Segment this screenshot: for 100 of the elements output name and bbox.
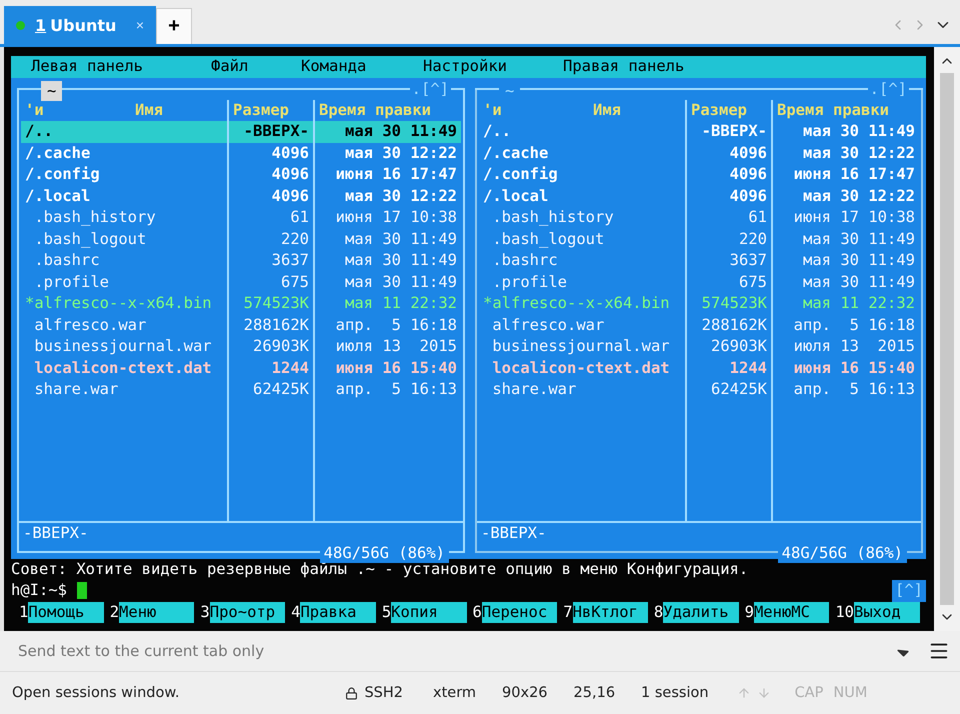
menu-item[interactable]: Файл	[211, 56, 301, 78]
status-message: Open sessions window.	[12, 685, 180, 701]
tab-label: 1 Ubuntu	[35, 16, 118, 34]
file-row[interactable]: alfresco.war 288162K апр. 5 16:18	[21, 314, 461, 336]
column-header[interactable]: 'и	[479, 100, 506, 122]
file-time: апр. 5 16:13	[313, 379, 461, 401]
file-row[interactable]: /.local 4096 мая 30 12:22	[479, 186, 919, 208]
protocol-status: SSH2	[364, 685, 404, 701]
file-time: мая 30 11:49	[771, 121, 919, 143]
panel-footer: -ВВЕРХ-	[23, 524, 88, 542]
file-row[interactable]: /.config 4096 июня 16 17:47	[21, 164, 461, 186]
file-name: localicon-ctext.dat	[491, 358, 671, 379]
file-size: 288162K	[227, 314, 313, 336]
file-name: /.config	[24, 164, 101, 186]
file-name: share.war	[491, 379, 578, 400]
file-row[interactable]: /.. -ВВЕРХ- мая 30 11:49	[479, 121, 919, 143]
file-size: -ВВЕРХ-	[685, 121, 771, 143]
file-size: 675	[227, 272, 313, 294]
scrollbar-thumb[interactable]	[940, 73, 954, 605]
file-row[interactable]: /.cache 4096 мая 30 12:22	[479, 142, 919, 164]
file-time: июня 16 17:47	[313, 164, 461, 186]
file-time: июня 16 15:40	[771, 358, 919, 380]
menu-item[interactable]: Настройки	[423, 56, 563, 78]
panel-path[interactable]: ~	[41, 80, 62, 101]
file-row[interactable]: share.war 62425K апр. 5 16:13	[479, 379, 919, 401]
file-name: .bash_logout	[33, 228, 148, 250]
file-size: -ВВЕРХ-	[227, 121, 313, 143]
close-button[interactable]: ×	[136, 17, 144, 33]
file-time: мая 11 22:32	[771, 293, 919, 315]
file-time: июля 13 2015	[771, 336, 919, 358]
file-row[interactable]: businessjournal.war 26903K июля 13 2015	[21, 336, 461, 358]
file-row[interactable]: .bashrc 3637 мая 30 11:49	[479, 250, 919, 272]
session-tab[interactable]: 1 Ubuntu ×	[4, 6, 156, 44]
file-size: 4096	[227, 142, 313, 164]
file-size: 26903K	[685, 336, 771, 358]
file-time: мая 30 12:22	[771, 142, 919, 164]
file-size: 62425K	[227, 379, 313, 401]
file-row[interactable]: .bash_history 61 июня 17 10:38	[479, 207, 919, 229]
file-size: 4096	[227, 186, 313, 208]
send-text-field[interactable]: Send text to the current tab only	[16, 641, 898, 661]
file-size: 4096	[227, 164, 313, 186]
file-size: 574523K	[227, 293, 313, 315]
column-header[interactable]: 'и	[21, 100, 48, 122]
file-row[interactable]: localicon-ctext.dat 1244 июня 16 15:40	[21, 358, 461, 380]
file-time: мая 30 11:49	[313, 272, 461, 294]
file-row[interactable]: /.cache 4096 мая 30 12:22	[21, 142, 461, 164]
file-row[interactable]: *alfresco--x-x64.bin 574523K мая 11 22:32	[21, 293, 461, 315]
column-header[interactable]: Размер	[685, 100, 771, 122]
file-row[interactable]: .bash_history 61 июня 17 10:38	[21, 207, 461, 229]
file-size: 4096	[685, 142, 771, 164]
column-header[interactable]: Имя	[131, 100, 167, 122]
file-time: июня 16 15:40	[313, 358, 461, 380]
file-row[interactable]: .bashrc 3637 мая 30 11:49	[21, 250, 461, 272]
file-name: /.local	[482, 186, 550, 207]
file-size: 26903K	[227, 336, 313, 358]
file-time: апр. 5 16:18	[313, 314, 461, 336]
file-name: *alfresco--x-x64.bin	[24, 293, 213, 314]
file-row[interactable]: businessjournal.war 26903K июля 13 2015	[479, 336, 919, 358]
cursor-position: 25,16	[574, 685, 616, 701]
file-row[interactable]: .bash_logout 220 мая 30 11:49	[21, 228, 461, 250]
file-size: 3637	[685, 250, 771, 272]
menu-item[interactable]: Левая панель	[31, 56, 211, 78]
file-size: 675	[685, 272, 771, 294]
file-name: /.local	[24, 186, 92, 207]
file-row[interactable]: .bash_logout 220 мая 30 11:49	[479, 228, 919, 250]
file-time: мая 30 11:49	[313, 250, 461, 272]
file-size: 288162K	[685, 314, 771, 336]
file-size: 1244	[227, 358, 313, 380]
column-header[interactable]: Имя	[589, 100, 625, 122]
num-lock-indicator: NUM	[833, 685, 868, 701]
lock-icon	[345, 686, 358, 700]
file-name: .bashrc	[33, 250, 101, 272]
file-name: .bash_history	[491, 207, 615, 228]
file-time: июня 17 10:38	[313, 207, 461, 229]
file-size: 4096	[685, 186, 771, 208]
file-size: 220	[685, 228, 771, 250]
file-name: localicon-ctext.dat	[33, 358, 213, 379]
column-header[interactable]: Время правки	[771, 100, 919, 122]
file-size: 220	[227, 228, 313, 250]
file-row[interactable]: alfresco.war 288162K апр. 5 16:18	[479, 314, 919, 336]
file-size: 4096	[685, 164, 771, 186]
file-row[interactable]: .profile 675 мая 30 11:49	[479, 272, 919, 294]
menu-item[interactable]: Команда	[301, 56, 423, 78]
prompt-corner[interactable]: [^]	[892, 580, 926, 602]
file-row[interactable]: /.local 4096 мая 30 12:22	[21, 186, 461, 208]
file-name: /.config	[482, 164, 559, 186]
new-tab-button[interactable]: +	[156, 8, 192, 44]
file-row[interactable]: *alfresco--x-x64.bin 574523K мая 11 22:32	[479, 293, 919, 315]
session-count: 1 session	[641, 685, 709, 701]
file-row[interactable]: /.. -ВВЕРХ- мая 30 11:49	[21, 121, 461, 143]
file-row[interactable]: .profile 675 мая 30 11:49	[21, 272, 461, 294]
menu-item[interactable]: Правая панель	[563, 56, 723, 78]
file-name: .bashrc	[491, 250, 559, 272]
file-row[interactable]: share.war 62425K апр. 5 16:13	[21, 379, 461, 401]
file-row[interactable]: localicon-ctext.dat 1244 июня 16 15:40	[479, 358, 919, 380]
file-row[interactable]: /.config 4096 июня 16 17:47	[479, 164, 919, 186]
arrow-up-icon	[736, 686, 751, 700]
file-time: апр. 5 16:18	[771, 314, 919, 336]
shell-prompt: h@I:~$	[11, 580, 67, 601]
file-time: мая 30 11:49	[313, 228, 461, 250]
